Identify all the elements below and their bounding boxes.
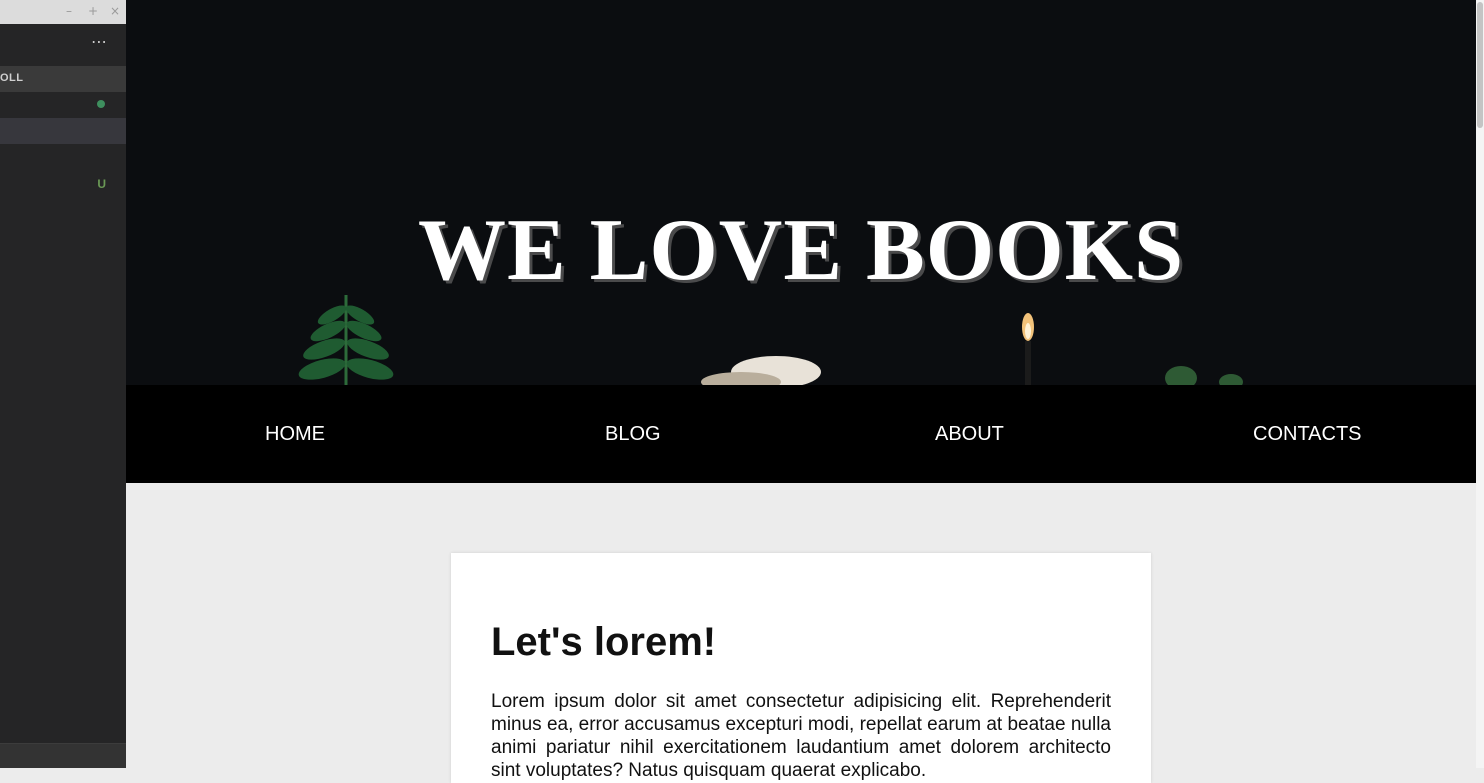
content-area: Let's lorem! Lorem ipsum dolor sit amet … xyxy=(126,483,1476,783)
file-row-selected[interactable] xyxy=(0,118,126,144)
article-card: Let's lorem! Lorem ipsum dolor sit amet … xyxy=(451,553,1151,783)
article-heading: Let's lorem! xyxy=(491,620,717,664)
explorer-header: ⋯ xyxy=(0,24,126,66)
main-nav: HOME BLOG ABOUT CONTACTS xyxy=(126,385,1476,483)
minimize-icon[interactable]: – xyxy=(66,4,72,18)
explorer-section-header[interactable]: OLL xyxy=(0,66,126,92)
file-row[interactable] xyxy=(0,92,126,118)
nav-about[interactable]: ABOUT xyxy=(935,422,1004,446)
modified-dot-icon xyxy=(97,100,105,108)
maximize-icon[interactable]: + xyxy=(88,4,98,18)
untracked-badge: U xyxy=(97,177,106,191)
nav-blog[interactable]: BLOG xyxy=(605,422,661,446)
close-icon[interactable]: × xyxy=(110,4,120,18)
editor-titlebar: – + × xyxy=(0,0,126,24)
editor-sidebar: – + × ⋯ OLL U xyxy=(0,0,126,768)
editor-statusbar xyxy=(0,743,126,768)
ellipsis-icon[interactable]: ⋯ xyxy=(91,32,108,51)
article-body: Lorem ipsum dolor sit amet consectetur a… xyxy=(491,691,1111,781)
leaf-decoration xyxy=(1165,366,1243,385)
flower-decoration xyxy=(701,356,821,385)
candle-decoration xyxy=(1022,313,1034,385)
page-title: WE LOVE BOOKS xyxy=(417,201,1185,299)
nav-contacts[interactable]: CONTACTS xyxy=(1253,422,1362,446)
scrollbar-thumb[interactable] xyxy=(1477,2,1483,128)
hero-banner: WE LOVE BOOKS xyxy=(126,0,1476,385)
page-scrollbar[interactable] xyxy=(1476,0,1484,768)
section-label: OLL xyxy=(0,72,24,84)
file-row[interactable]: U xyxy=(0,171,126,197)
nav-home[interactable]: HOME xyxy=(265,422,325,446)
web-page: WE LOVE BOOKS HOME BLOG ABOUT CONTACTS L… xyxy=(126,0,1476,783)
